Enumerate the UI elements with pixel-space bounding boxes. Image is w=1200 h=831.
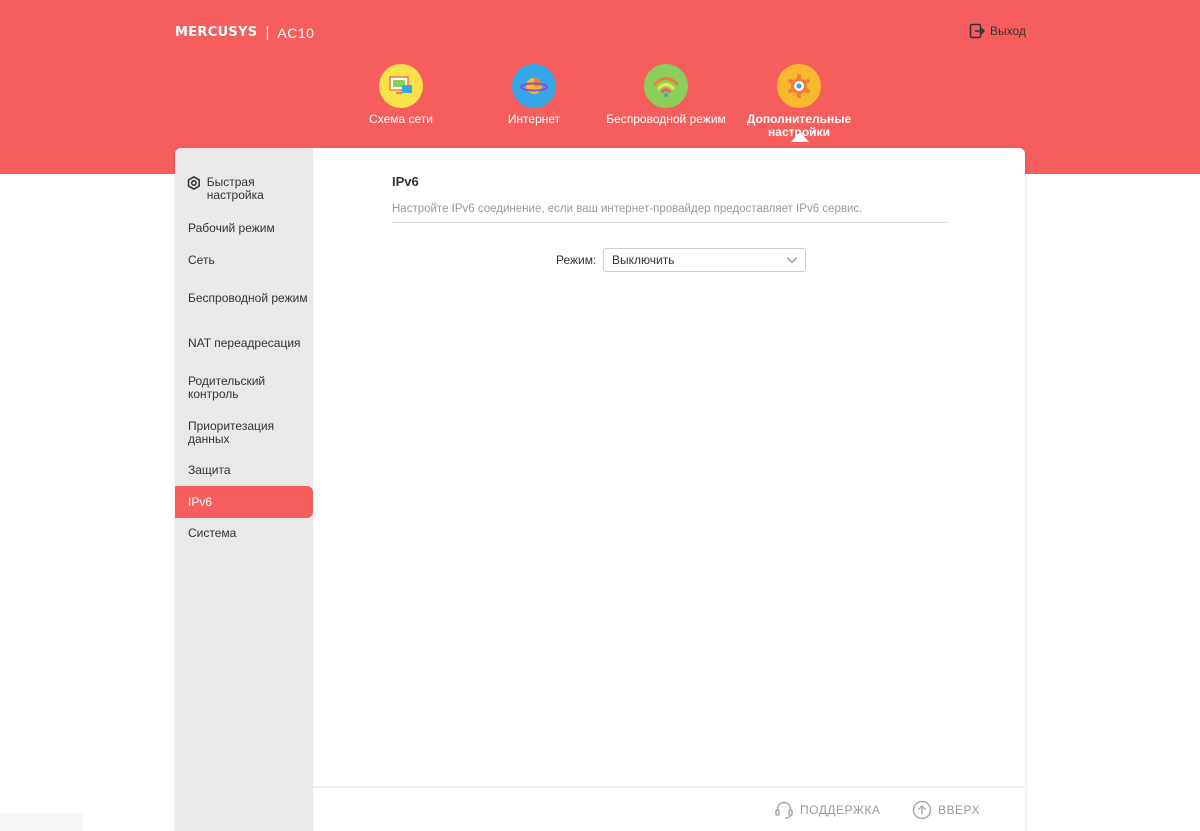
- arrow-up-circle-icon: [912, 800, 932, 820]
- brand-logo: MERCUSYS: [175, 25, 258, 40]
- mode-select-value: Выключить: [612, 253, 675, 267]
- page-title: IPv6: [392, 174, 419, 189]
- sidebar-item-operation-mode[interactable]: Рабочий режим: [175, 221, 313, 236]
- sidebar-item-wireless[interactable]: Беспроводной режим: [175, 284, 313, 312]
- nav-internet[interactable]: Интернет: [469, 64, 599, 126]
- support-label: ПОДДЕРЖКА: [800, 803, 881, 817]
- page-description: Настройте IPv6 соединение, если ваш инте…: [392, 203, 863, 215]
- model-name: AC10: [277, 24, 315, 41]
- active-nav-pointer: [791, 132, 809, 142]
- logout-icon: [969, 23, 985, 39]
- nav-advanced[interactable]: Дополнительные настройки: [734, 64, 864, 139]
- sidebar-item-label: Родительский контроль: [188, 374, 266, 401]
- sidebar-item-network[interactable]: Сеть: [175, 253, 313, 268]
- sidebar-item-label: NAT переадресация: [188, 335, 301, 350]
- nav-label: Интернет: [507, 112, 561, 126]
- back-to-top-button[interactable]: ВВЕРХ: [912, 800, 980, 820]
- main-panel: Быстрая настройка Рабочий режим Сеть Бес…: [175, 148, 1025, 831]
- nav-label: Схема сети: [369, 112, 433, 126]
- globe-icon: [512, 64, 556, 108]
- sidebar-item-qos[interactable]: Приоритезация данных: [175, 419, 313, 447]
- support-button[interactable]: ПОДДЕРЖКА: [774, 800, 880, 820]
- chevron-down-icon: [786, 257, 798, 264]
- wifi-icon: [644, 64, 688, 108]
- sidebar-item-label: Система: [188, 526, 237, 540]
- sidebar-item-label: Быстрая настройка: [206, 175, 264, 202]
- network-map-icon: [379, 64, 423, 108]
- brand: MERCUSYS | AC10: [175, 24, 314, 41]
- sidebar: Быстрая настройка Рабочий режим Сеть Бес…: [175, 148, 313, 831]
- top-label: ВВЕРХ: [938, 803, 980, 817]
- quick-setup-icon: [187, 176, 200, 190]
- sidebar-item-label: Беспроводной режим: [188, 290, 308, 305]
- nav-network-map[interactable]: Схема сети: [336, 64, 466, 126]
- mode-select[interactable]: Выключить: [603, 248, 806, 272]
- logout-label: Выход: [990, 24, 1026, 38]
- gear-icon: [777, 64, 821, 108]
- nav-label: Беспроводной режим: [606, 112, 726, 126]
- sidebar-item-quick-setup[interactable]: Быстрая настройка: [175, 176, 313, 206]
- mode-label: Режим:: [556, 253, 597, 267]
- sidebar-item-label: IPv6: [188, 494, 213, 509]
- logout-button[interactable]: Выход: [969, 23, 1026, 39]
- sidebar-item-ipv6[interactable]: IPv6: [175, 486, 313, 518]
- sidebar-item-label: Сеть: [188, 253, 215, 267]
- sidebar-item-parental-control[interactable]: Родительский контроль: [175, 374, 313, 402]
- divider: [392, 222, 948, 223]
- sidebar-item-nat-forwarding[interactable]: NAT переадресация: [175, 329, 313, 357]
- content-area: IPv6 Настройте IPv6 соединение, если ваш…: [313, 148, 1025, 831]
- sidebar-item-security[interactable]: Защита: [175, 463, 313, 478]
- footer-bar: ПОДДЕРЖКА ВВЕРХ: [313, 786, 1025, 831]
- headset-icon: [775, 801, 793, 819]
- sidebar-item-label: Приоритезация данных: [188, 419, 275, 446]
- sidebar-item-system[interactable]: Система: [175, 526, 313, 541]
- bottom-left-strip: [0, 813, 83, 831]
- sidebar-item-label: Рабочий режим: [188, 221, 275, 235]
- nav-wireless[interactable]: Беспроводной режим: [601, 64, 731, 126]
- sidebar-item-label: Защита: [188, 463, 231, 477]
- brand-separator: |: [265, 24, 270, 41]
